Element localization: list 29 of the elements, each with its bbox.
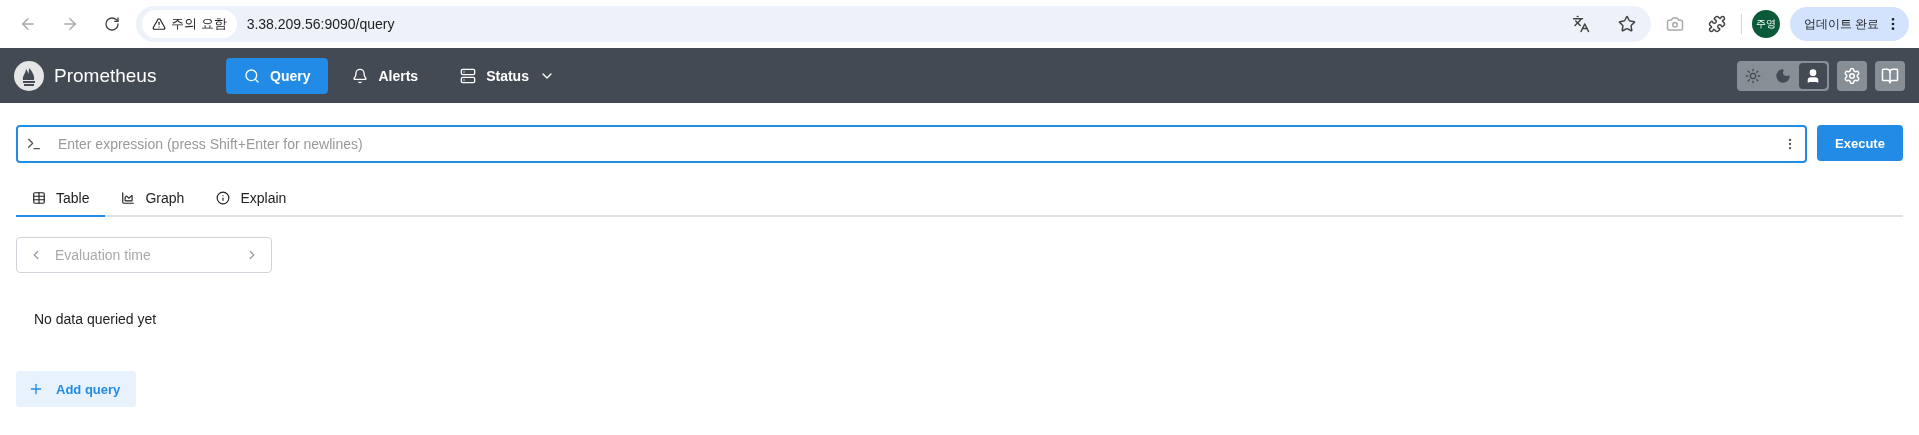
table-icon <box>32 191 46 205</box>
settings-icon[interactable] <box>1837 60 1867 91</box>
terminal-icon <box>26 136 42 152</box>
info-icon <box>216 191 231 205</box>
nav-item[interactable]: Alerts <box>334 57 437 94</box>
brand-name: Prometheus <box>54 64 157 87</box>
book-icon[interactable] <box>1875 60 1905 91</box>
logo-icon <box>14 60 44 91</box>
tab[interactable]: Graph <box>105 181 201 217</box>
expression-field[interactable]: Enter expression (press Shift+Enter for newlines) <box>16 125 1807 163</box>
security-chip[interactable]: 주의 요함 <box>142 10 237 38</box>
chart-icon <box>121 191 136 205</box>
nav-item[interactable]: Status <box>442 57 573 94</box>
server-icon <box>460 67 477 84</box>
address-bar[interactable]: 주의 요함 3.38.209.56:9090/query <box>136 6 1651 42</box>
tab[interactable]: Table <box>16 181 106 217</box>
search-icon <box>244 67 260 84</box>
update-button[interactable]: 업데이트 완료 <box>1789 7 1909 41</box>
tab[interactable]: Explain <box>200 181 303 217</box>
person-icon[interactable] <box>1799 62 1827 89</box>
bell-icon <box>352 67 369 84</box>
warning-icon <box>152 17 166 31</box>
nav-item[interactable]: Query <box>226 57 329 94</box>
plus-icon <box>28 381 44 397</box>
url-text: 3.38.209.56:9090/query <box>246 16 396 32</box>
execute-button[interactable]: Execute <box>1817 125 1903 161</box>
empty-message: No data queried yet <box>34 311 158 327</box>
evaluation-time-field[interactable]: Evaluation time <box>16 237 272 273</box>
profile-avatar[interactable]: 주영 <box>1751 10 1780 38</box>
